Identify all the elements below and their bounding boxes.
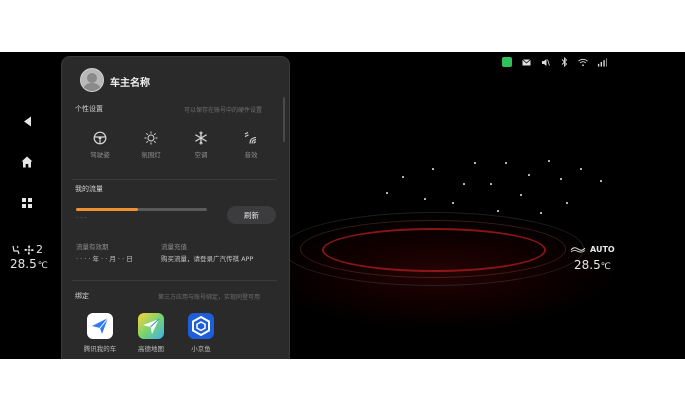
pref-label: 驾驶姿 [90, 151, 110, 159]
fan-level: 2 [36, 243, 43, 256]
left-temp-unit: ℃ [37, 261, 48, 271]
star [474, 162, 476, 164]
star [505, 162, 507, 164]
amap-icon [138, 313, 164, 339]
app-tencent-car[interactable]: 腾讯我的车 [80, 313, 120, 353]
divider [72, 179, 277, 180]
mute-icon [540, 57, 550, 67]
steering-wheel-icon [93, 131, 107, 145]
star [520, 194, 522, 196]
snowflake-icon [195, 131, 207, 145]
fan-control[interactable]: 2 [11, 243, 43, 256]
home-button[interactable] [17, 152, 37, 172]
star [424, 198, 426, 200]
message-icon[interactable] [521, 57, 531, 67]
star [452, 202, 454, 204]
right-temp-unit: ℃ [600, 262, 611, 272]
star [490, 183, 492, 185]
star [463, 183, 465, 185]
pref-sound-effect[interactable]: 音效 [231, 130, 271, 159]
left-temperature[interactable]: 28.5℃ [10, 257, 48, 271]
star [402, 176, 404, 178]
pref-ambient-light[interactable]: 氛围灯 [131, 130, 171, 159]
star [432, 168, 434, 170]
account-panel: 车主名称 个性设置 可以保存在账号中的硬件设置 驾驶姿 氛围灯 空调 音效 我的… [61, 56, 290, 359]
star [497, 210, 499, 212]
signal-icon [597, 57, 607, 67]
data-usage-amount: · · · [76, 214, 87, 222]
app-amap[interactable]: 高德地图 [131, 313, 171, 353]
star [548, 160, 550, 162]
pref-label: 氛围灯 [141, 151, 161, 159]
pref-driving-position[interactable]: 驾驶姿 [80, 130, 120, 159]
auto-climate-button[interactable]: AUTO [570, 245, 615, 254]
status-bar [502, 56, 607, 68]
back-button[interactable] [17, 111, 37, 131]
tencent-car-icon [87, 313, 113, 339]
pref-label: 空调 [194, 151, 208, 159]
bluetooth-icon [559, 57, 569, 67]
car-screen: 2 28.5℃ AUTO 28.5℃ 车主名称 个性设置 可以保存在账号中的硬件… [0, 52, 685, 359]
left-temp-value: 28.5 [10, 257, 37, 271]
binding-hint: 第三方应用与账号绑定，实现同登可用 [158, 294, 261, 301]
fan-icon [24, 244, 34, 255]
pref-label: 音效 [244, 151, 258, 159]
app-label: 小京鱼 [191, 345, 211, 353]
wifi-icon [578, 57, 588, 67]
star [540, 212, 542, 214]
data-usage-fill [76, 208, 138, 211]
star [580, 168, 582, 170]
xiaojingyu-icon [188, 313, 214, 339]
star [560, 178, 562, 180]
divider [72, 280, 277, 281]
right-temp-value: 28.5 [574, 258, 601, 272]
avatar[interactable] [80, 68, 104, 92]
preferences-title: 个性设置 [75, 105, 103, 113]
seat-airflow-icon [12, 245, 20, 254]
app-xiaojingyu[interactable]: 小京鱼 [181, 313, 221, 353]
auto-airflow-icon [570, 247, 586, 253]
topup-value[interactable]: 购买流量，请登录广汽传祺 APP [161, 253, 253, 263]
owner-name: 车主名称 [110, 78, 150, 89]
apps-grid-icon [22, 198, 32, 208]
refresh-button[interactable]: 刷新 [227, 206, 276, 224]
topup-label: 流量充值 [161, 243, 187, 251]
scene-ring-inner [322, 228, 546, 272]
binding-title: 绑定 [75, 292, 89, 300]
sound-effect-icon [244, 132, 257, 144]
pref-air-conditioning[interactable]: 空调 [181, 130, 221, 159]
carplay-icon[interactable] [502, 57, 512, 67]
app-label: 腾讯我的车 [83, 345, 117, 353]
right-temperature[interactable]: 28.5℃ [574, 258, 611, 272]
home-icon [21, 156, 33, 168]
preferences-hint: 可以保存在账号中的硬件设置 [184, 107, 263, 114]
apps-button[interactable] [17, 193, 37, 213]
validity-label: 流量有效期 [76, 243, 109, 251]
data-usage-bar [76, 208, 207, 211]
star [566, 202, 568, 204]
auto-label: AUTO [590, 245, 615, 254]
validity-value: · · · · 年 · · 月 · · 日 [76, 255, 133, 263]
back-icon [23, 116, 31, 126]
panel-scrollbar[interactable] [283, 97, 285, 142]
star [386, 192, 388, 194]
app-label: 高德地图 [138, 345, 164, 353]
data-usage-title: 我的流量 [75, 185, 103, 193]
ambient-light-icon [144, 131, 158, 145]
star [600, 180, 602, 182]
left-dock: 2 28.5℃ [0, 52, 58, 359]
star [528, 174, 530, 176]
